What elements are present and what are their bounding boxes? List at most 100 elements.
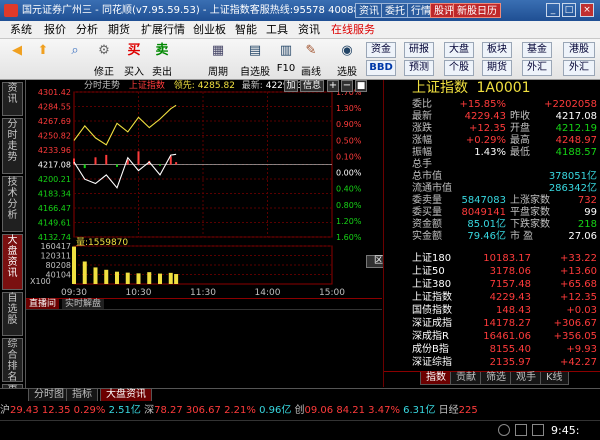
menu-online-service[interactable]: 在线服务 [331,23,375,37]
right-tab-kline[interactable]: K线 [540,372,569,385]
menu-analysis[interactable]: 分析 [76,23,98,37]
back-arrow-icon: ◀ [12,43,22,58]
vtab-technical[interactable]: 技术分析 [2,176,23,232]
menu-system[interactable]: 系统 [10,23,32,37]
period-button[interactable]: ▦ 周期 [204,41,232,78]
menu-tools[interactable]: 工具 [266,23,288,37]
vtab-ranking[interactable]: 综合排名 [2,338,23,383]
minimize-icon[interactable]: _ [546,3,560,17]
vtab-news[interactable]: 资讯 [2,82,23,116]
watchlist-button[interactable]: ▤ 自选股 [235,41,275,78]
up-arrow-icon: ⬆ [37,43,49,58]
index-row[interactable]: 深证成指 14178.27 +306.67 [384,317,600,331]
index-row[interactable]: 上证指数 4229.43 +12.35 [384,291,600,305]
message-icon[interactable] [515,424,527,436]
x-tick: 09:30 [61,288,87,298]
y-tick-right: 0.40% [336,185,362,194]
x-tick: 15:00 [319,288,345,298]
index-row[interactable]: 上证380 7157.48 +65.68 [384,278,600,292]
info-button[interactable]: 信息 [300,80,324,92]
index-value: 4229.43 [489,292,531,303]
volume-unit: X100 [30,277,51,286]
volume-value: 1559870 [88,238,129,248]
btn-sector[interactable]: 板块 [482,42,512,58]
y-tick-left: 4217.08 [38,161,71,170]
f10-button[interactable]: ▥ F10 [275,41,297,78]
sound-icon[interactable] [532,424,544,436]
stat-label2: 市 盈 [510,231,534,242]
zoom-in-button[interactable]: + [327,80,339,92]
btn-futures[interactable]: 期货 [482,60,512,76]
index-row[interactable]: 成份B指 8155.40 +9.93 [384,343,600,357]
btn-stock[interactable]: 个股 [444,60,474,76]
menu-smart[interactable]: 智能 [235,23,257,37]
add-button[interactable]: 加 [284,80,298,92]
y-tick-right: 0.80% [336,201,362,210]
ticker-sh-amount: 2.51亿 [108,405,141,416]
index-row[interactable]: 上证180 10183.17 +33.22 [384,252,600,266]
buy-button[interactable]: 买买入 [120,41,148,78]
volume-bar [136,273,141,284]
btn-forecast[interactable]: 预测 [404,60,434,76]
latest-label: 最新: [241,81,263,91]
zoom-out-button[interactable]: − [341,80,353,92]
sell-button[interactable]: 卖卖出 [148,41,176,78]
menu-info[interactable]: 资讯 [298,23,320,37]
right-tab-index[interactable]: 指数 [420,372,452,385]
search-button[interactable]: ⌕ [62,41,88,78]
y-tick-left: 4233.96 [38,146,71,155]
select-icon: ◉ [341,43,353,58]
menu-extended[interactable]: 扩展行情 [141,23,185,37]
menu-futures[interactable]: 期货 [108,23,130,37]
index-row[interactable]: 国债指数 148.43 +0.03 [384,304,600,318]
vtab-intraday[interactable]: 分时走势 [2,118,23,174]
right-tab-contribution[interactable]: 贡献 [450,372,482,385]
menu-quote[interactable]: 报价 [44,23,66,37]
menu-gem[interactable]: 创业板 [193,23,226,37]
quote-name: 上证指数 [412,80,468,96]
volume-bar [93,267,98,284]
btn-forex[interactable]: 外汇 [522,60,552,76]
clock-icon[interactable] [498,424,510,436]
btn-hk[interactable]: 港股 [563,42,595,58]
vtab-watchlist[interactable]: 自选股 [2,292,23,336]
back-button[interactable]: ◀ [4,41,30,78]
maximize-icon[interactable]: □ [562,3,576,17]
index-row[interactable]: 深证综指 2135.97 +42.27 [384,356,600,370]
btn-bbd[interactable]: BBD [366,60,396,76]
modify-button[interactable]: ⚙ 修正 [90,41,118,78]
index-name: 成份B指 [412,344,449,355]
right-tab-watch[interactable]: 观手 [510,372,542,385]
right-tab-filter[interactable]: 筛选 [480,372,512,385]
index-change: +12.35 [559,292,597,303]
close-icon[interactable]: × [580,3,594,17]
select-stock-button[interactable]: ◉ 选股 [333,41,361,78]
x-tick: 14:00 [255,288,281,298]
btn-market[interactable]: 大盘 [444,42,474,58]
watchlist-label: 自选股 [240,67,270,78]
ticker-cy-label: 创 [294,405,305,416]
chart-close-icon[interactable]: ■ [355,80,367,92]
volume-panel: 160417 120311 80208 40104 09:30 10:30 11:30 14… [26,238,400,298]
draw-button[interactable]: ✎ 画线 [297,41,325,78]
ticker-extra-value: 225 [458,405,478,416]
index-row[interactable]: 上证50 3178.06 +13.60 [384,265,600,279]
btn-fund[interactable]: 基金 [522,42,552,58]
lower-content [26,309,382,387]
vtab-market-news[interactable]: 大盘资讯 [2,234,23,290]
window-title: 国元证券广州三 - 同花顺(v7.95.59.53) - 上证指数客服热线:95… [22,5,392,16]
index-name: 上证指数 [412,292,452,303]
forward-button[interactable]: ⬆ [30,41,56,78]
btn-funds[interactable]: 资金 [366,42,396,58]
index-value: 2135.97 [489,357,531,368]
title-btn-news[interactable]: 资讯 [355,3,383,18]
index-row[interactable]: 深成指R 16461.06 +356.05 [384,330,600,344]
x-tick: 11:30 [190,288,216,298]
btn-forex-2[interactable]: 外汇 [563,60,595,76]
y-tick-left: 4267.69 [38,117,71,126]
title-btn-ipo[interactable]: 新股日历 [453,3,501,18]
btn-research[interactable]: 研报 [404,42,434,58]
title-btn-entrust[interactable]: 委托 [381,3,409,18]
lead-value: 4285.82 [197,81,235,91]
ticker-sh-pct: 0.29% [73,405,106,416]
